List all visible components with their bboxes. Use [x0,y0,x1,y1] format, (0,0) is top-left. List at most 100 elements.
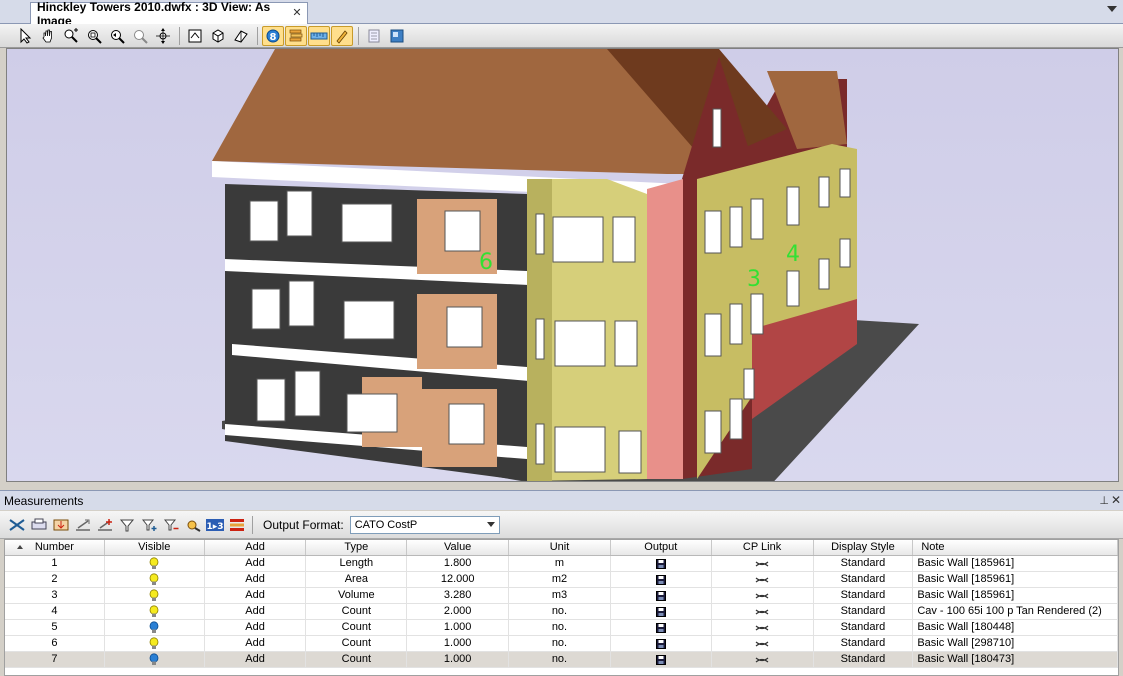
cell-note: Basic Wall [180473] [913,652,1118,667]
visibility-bulb-icon[interactable] [105,556,205,571]
cp-link-icon[interactable] [712,556,814,571]
filter-add-icon[interactable] [138,515,160,535]
column-header-number[interactable]: Number [5,540,105,555]
filter-remove-icon[interactable] [160,515,182,535]
close-icon[interactable]: ✕ [1111,493,1121,507]
visibility-bulb-icon[interactable] [105,604,205,619]
output-format-value: CATO CostP [354,518,418,531]
table-row[interactable]: 6 Add Count 1.000 no. Standard Basic Wall [298… [5,636,1118,652]
column-header-unit[interactable]: Unit [509,540,611,555]
output-disk-icon[interactable] [611,572,712,587]
output-disk-icon[interactable] [611,620,712,635]
pan-icon[interactable] [37,26,59,46]
cp-link-icon[interactable] [712,620,814,635]
cut-measurement-icon[interactable] [6,515,28,535]
cp-link-icon[interactable] [712,588,814,603]
cell-add[interactable]: Add [205,636,307,651]
table-row[interactable]: 1 Add Length 1.800 m Standard Basic Wall [1859… [5,556,1118,572]
svg-text:8: 8 [270,32,277,43]
3d-viewport[interactable]: 6 3 4 [6,48,1119,482]
measurement-label[interactable]: 3 [747,267,761,292]
zoom-next-icon[interactable] [129,26,151,46]
properties-icon[interactable] [363,26,385,46]
document-tab-strip: Hinckley Towers 2010.dwfx : 3D View: As … [0,0,1123,28]
visibility-bulb-icon[interactable] [105,572,205,587]
cell-add[interactable]: Add [205,572,307,587]
fit-view-icon[interactable] [207,26,229,46]
output-disk-icon[interactable] [611,636,712,651]
zoom-window-icon[interactable] [83,26,105,46]
cell-add[interactable]: Add [205,588,307,603]
output-disk-icon[interactable] [611,652,712,667]
select-icon[interactable] [14,26,36,46]
cell-add[interactable]: Add [205,620,307,635]
column-header-cp-link[interactable]: CP Link [712,540,814,555]
app-window: Hinckley Towers 2010.dwfx : 3D View: As … [0,0,1123,676]
column-header-output[interactable]: Output [611,540,712,555]
pink-wall [647,179,683,479]
column-header-note[interactable]: Note [913,540,1118,555]
measurements-table: Number Visible Add Type Value Unit Outpu… [4,539,1119,676]
cell-value: 1.800 [407,556,510,571]
cp-link-icon[interactable] [712,652,814,667]
cell-note: Basic Wall [185961] [913,588,1118,603]
visibility-bulb-icon[interactable] [105,636,205,651]
cell-add[interactable]: Add [205,652,307,667]
measurement-label[interactable]: 4 [786,242,800,267]
find-icon[interactable] [182,515,204,535]
column-header-value[interactable]: Value [407,540,510,555]
add-measurement-icon[interactable] [94,515,116,535]
column-header-visible[interactable]: Visible [105,540,205,555]
cell-number: 1 [5,556,105,571]
table-row[interactable]: 2 Add Area 12.000 m2 Standard Basic Wall [1859… [5,572,1118,588]
cell-number: 4 [5,604,105,619]
markup-pen-icon[interactable] [331,25,353,46]
visibility-bulb-icon[interactable] [105,620,205,635]
home-view-icon[interactable] [184,26,206,46]
table-row[interactable]: 4 Add Count 2.000 no. Standard Cav - 100 65i 1… [5,604,1118,620]
import-icon[interactable] [50,515,72,535]
close-icon[interactable]: ✕ [291,7,303,19]
visibility-bulb-icon[interactable] [105,652,205,667]
output-format-select[interactable]: CATO CostP [349,515,500,534]
column-header-type[interactable]: Type [306,540,408,555]
toolbar-separator [252,515,253,534]
object-info-icon[interactable]: 8 [262,25,284,46]
table-row[interactable]: 3 Add Volume 3.280 m3 Standard Basic Wall [185… [5,588,1118,604]
cell-add[interactable]: Add [205,604,307,619]
cell-value: 3.280 [407,588,510,603]
renumber-icon[interactable]: 1▸3 [204,515,226,535]
display-icon[interactable] [386,26,408,46]
table-row[interactable]: 5 Add Count 1.000 no. Standard Basic Wall [180… [5,620,1118,636]
cell-add[interactable]: Add [205,556,307,571]
cell-display-style: Standard [814,604,914,619]
layers-icon[interactable] [285,25,307,46]
tab-list-dropdown-icon[interactable] [1107,6,1117,12]
output-disk-icon[interactable] [611,588,712,603]
cp-link-icon[interactable] [712,636,814,651]
measurement-label[interactable]: 6 [479,250,493,275]
perspective-icon[interactable] [230,26,252,46]
zoom-previous-icon[interactable] [106,26,128,46]
table-body: 1 Add Length 1.800 m Standard Basic Wall [1859… [5,556,1118,668]
pin-icon[interactable]: ⊥ [1099,494,1109,507]
output-format-label: Output Format: [263,517,344,532]
cp-link-icon[interactable] [712,604,814,619]
column-header-add[interactable]: Add [205,540,307,555]
document-tab[interactable]: Hinckley Towers 2010.dwfx : 3D View: As … [30,0,308,28]
export-icon[interactable] [72,515,94,535]
cp-link-icon[interactable] [712,572,814,587]
orbit-icon[interactable] [152,26,174,46]
zoom-icon[interactable] [60,26,82,46]
visibility-bulb-icon[interactable] [105,588,205,603]
table-header: Number Visible Add Type Value Unit Outpu… [5,540,1118,556]
sort-list-icon[interactable] [226,515,248,535]
output-disk-icon[interactable] [611,556,712,571]
filter-icon[interactable] [116,515,138,535]
measure-icon[interactable] [308,25,330,46]
table-row[interactable]: 7 Add Count 1.000 no. Standard Basic Wall [180… [5,652,1118,668]
cell-type: Count [306,652,408,667]
output-disk-icon[interactable] [611,604,712,619]
column-header-display-style[interactable]: Display Style [814,540,914,555]
print-icon[interactable] [28,515,50,535]
